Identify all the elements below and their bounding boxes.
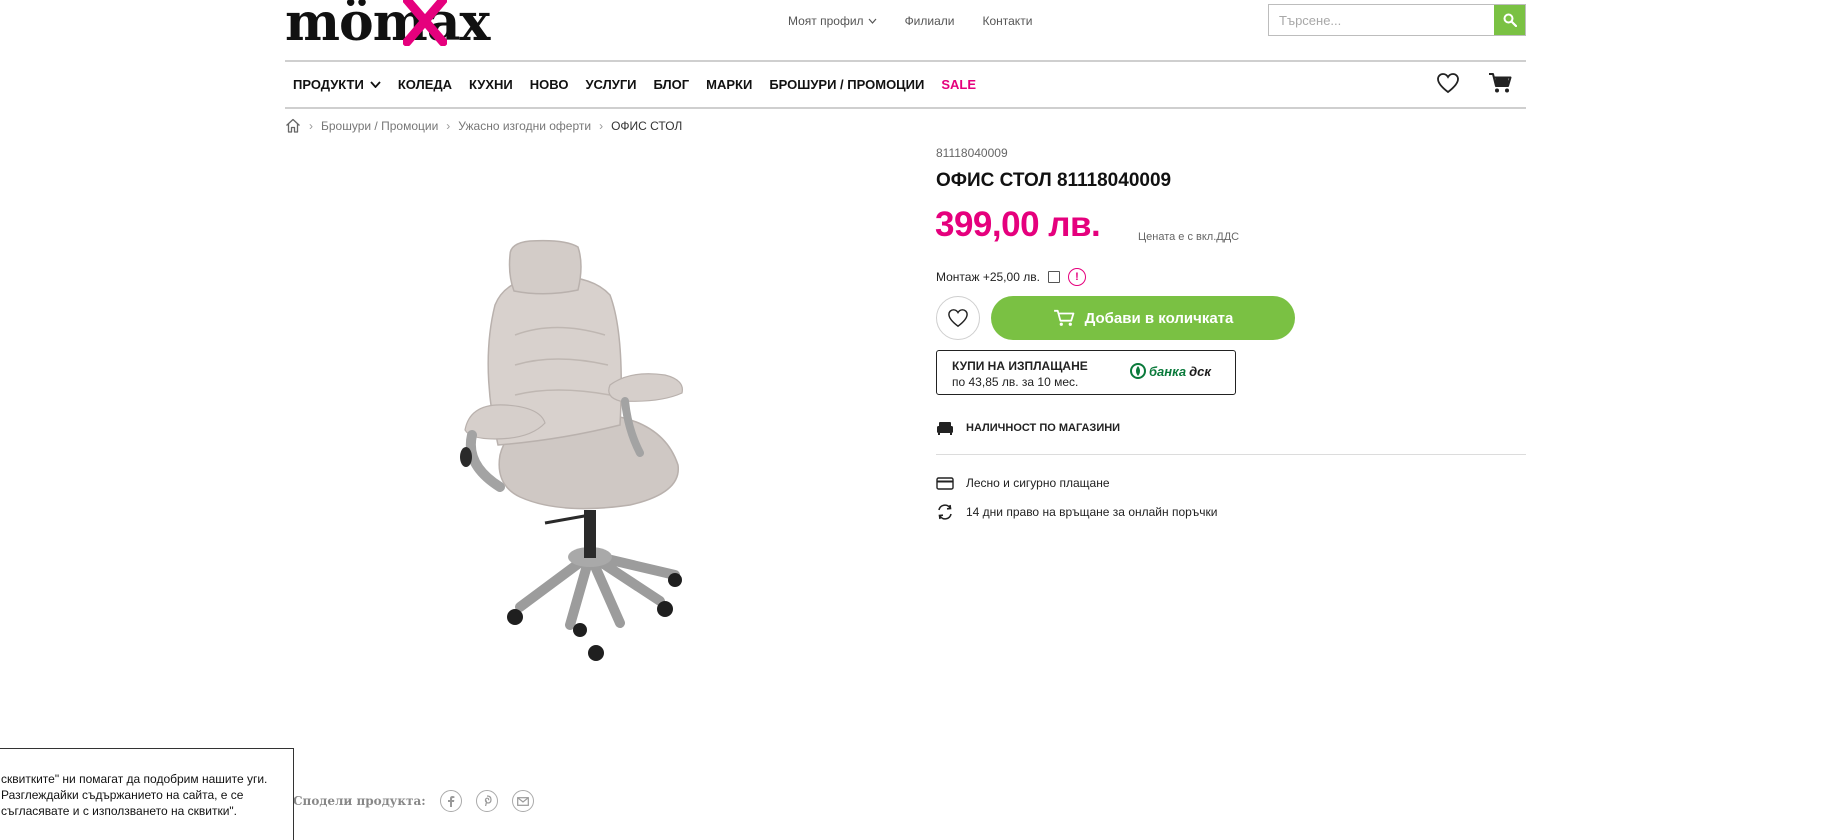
- cookie-notice-text: сквитките" ни помагат да подобрим нашите…: [1, 772, 268, 818]
- feature-secure-payment: Лесно и сигурно плащане: [936, 476, 1110, 490]
- breadcrumb-separator: ›: [599, 118, 604, 133]
- credit-card-icon: [936, 476, 954, 490]
- stores-link[interactable]: Филиали: [905, 14, 955, 28]
- nav-brands[interactable]: МАРКИ: [706, 77, 752, 92]
- home-icon[interactable]: [285, 118, 301, 133]
- nav-sale[interactable]: SALE: [941, 77, 976, 92]
- installment-subtitle: по 43,85 лв. за 10 мес.: [952, 375, 1079, 389]
- product-sku: 81118040009: [936, 146, 1008, 160]
- add-to-cart-label: Добави в количката: [1084, 309, 1234, 327]
- nav-icons: [1436, 72, 1512, 94]
- breadcrumb-item-offers[interactable]: Ужасно изгодни оферти: [458, 119, 591, 133]
- dsk-leaf-icon: [1130, 363, 1146, 379]
- product-image-office-chair[interactable]: [460, 225, 720, 665]
- top-links: Моят профил Филиали Контакти: [788, 14, 1032, 28]
- cookie-notice: сквитките" ни помагат да подобрим нашите…: [0, 748, 294, 840]
- share-section: Сподели продукта:: [293, 790, 534, 812]
- montage-checkbox[interactable]: [1047, 271, 1060, 283]
- montage-label: Монтаж +25,00 лв.: [936, 270, 1040, 284]
- search-icon: [1503, 13, 1517, 27]
- momax-logo[interactable]: mömax: [285, 0, 490, 54]
- feature-return-policy: 14 дни право на връщане за онлайн поръчк…: [936, 504, 1218, 520]
- add-to-cart-button[interactable]: Добави в количката: [991, 296, 1295, 340]
- contacts-link[interactable]: Контакти: [982, 14, 1032, 28]
- search-button[interactable]: [1494, 5, 1525, 35]
- breadcrumb-current: ОФИС СТОЛ: [611, 118, 683, 133]
- sofa-icon: [937, 422, 953, 435]
- feature-secure-payment-text: Лесно и сигурно плащане: [966, 476, 1110, 490]
- nav-new[interactable]: НОВО: [530, 77, 569, 92]
- nav-blog[interactable]: БЛОГ: [654, 77, 690, 92]
- email-icon: [516, 796, 529, 806]
- share-label: Сподели продукта:: [293, 794, 426, 808]
- heart-icon[interactable]: [1436, 72, 1460, 94]
- vat-note: Цената е с вкл.ДДС: [1138, 231, 1240, 243]
- breadcrumb-separator: ›: [446, 118, 451, 133]
- bank-name: дск: [1189, 363, 1211, 379]
- bank-dsk-logo: банка дск: [1130, 363, 1211, 379]
- facebook-icon: [447, 796, 455, 807]
- nav-brochures[interactable]: БРОШУРИ / ПРОМОЦИИ: [769, 77, 924, 92]
- installment-box[interactable]: КУПИ НА ИЗПЛАЩАНЕ по 43,85 лв. за 10 мес…: [936, 350, 1236, 395]
- nav-services[interactable]: УСЛУГИ: [585, 77, 636, 92]
- nav-christmas[interactable]: КОЛЕДА: [398, 77, 452, 92]
- add-to-wishlist-button[interactable]: [936, 296, 980, 340]
- feature-return-policy-text: 14 дни право на връщане за онлайн поръчк…: [966, 505, 1218, 519]
- chevron-down-icon: [868, 18, 877, 24]
- breadcrumb: › Брошури / Промоции › Ужасно изгодни оф…: [285, 118, 682, 133]
- breadcrumb-item-brochures[interactable]: Брошури / Промоции: [321, 119, 438, 133]
- pinterest-share-button[interactable]: [475, 790, 498, 812]
- montage-option: Монтаж +25,00 лв. !: [936, 268, 1086, 286]
- header-divider-bottom: [285, 107, 1526, 109]
- nav-products-label: ПРОДУКТИ: [293, 76, 364, 92]
- facebook-share-button[interactable]: [439, 790, 462, 812]
- cart-icon: [1053, 309, 1074, 326]
- bank-prefix: банка: [1149, 363, 1187, 379]
- info-divider: [936, 454, 1526, 455]
- cart-icon[interactable]: [1488, 72, 1512, 94]
- profile-link[interactable]: Моят профил: [788, 14, 877, 28]
- search-box: [1268, 4, 1526, 36]
- return-arrows-icon: [938, 504, 952, 520]
- search-input[interactable]: [1269, 5, 1494, 35]
- chevron-down-icon: [370, 80, 381, 88]
- main-nav: ПРОДУКТИ КОЛЕДА КУХНИ НОВО УСЛУГИ БЛОГ М…: [285, 60, 1526, 108]
- info-icon[interactable]: !: [1067, 268, 1086, 286]
- logo-text: mömax: [285, 0, 490, 53]
- logo-x-mark: [403, 0, 447, 46]
- nav-kitchens[interactable]: КУХНИ: [469, 77, 513, 92]
- product-price: 399,00 лв.: [935, 205, 1101, 244]
- store-availability-label: НАЛИЧНОСТ ПО МАГАЗИНИ: [966, 422, 1121, 434]
- heart-icon: [948, 309, 968, 328]
- installment-title: КУПИ НА ИЗПЛАЩАНЕ: [952, 359, 1088, 373]
- email-share-button[interactable]: [511, 790, 534, 812]
- nav-products[interactable]: ПРОДУКТИ: [293, 77, 381, 92]
- breadcrumb-separator: ›: [309, 118, 313, 133]
- profile-link-label: Моят профил: [788, 14, 864, 28]
- pinterest-icon: [484, 795, 492, 807]
- store-availability[interactable]: НАЛИЧНОСТ ПО МАГАЗИНИ: [936, 421, 1120, 435]
- product-title: ОФИС СТОЛ 81118040009: [936, 170, 1172, 191]
